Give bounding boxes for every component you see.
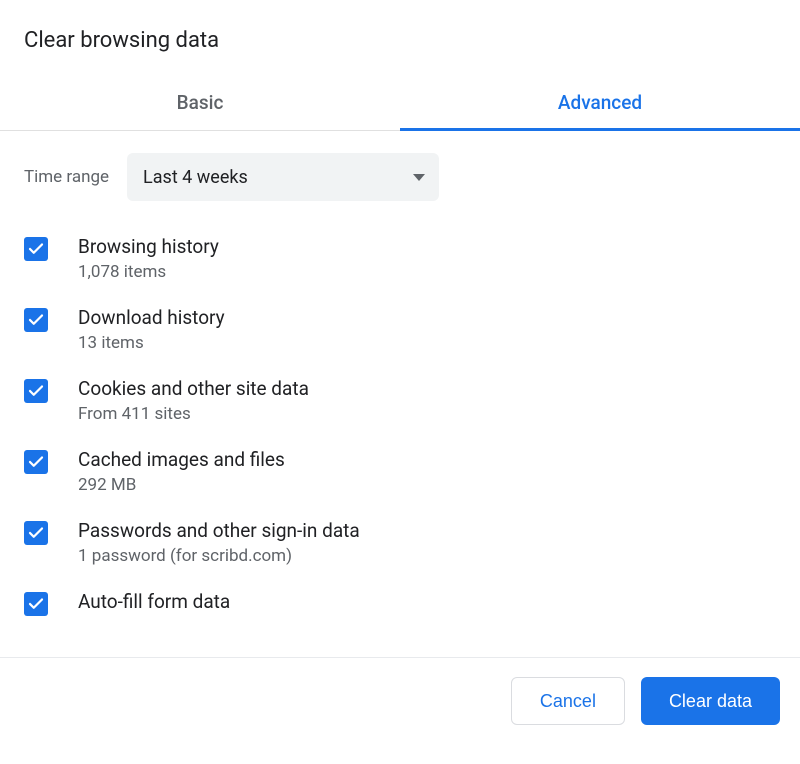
check-icon	[27, 524, 45, 542]
tab-advanced-label: Advanced	[558, 91, 642, 114]
clear-browsing-data-dialog: Clear browsing data Basic Advanced Time …	[0, 0, 800, 764]
checkbox-download-history[interactable]	[24, 308, 48, 332]
clear-data-button[interactable]: Clear data	[641, 677, 780, 725]
list-item-title: Cached images and files	[78, 448, 285, 471]
tab-advanced[interactable]: Advanced	[400, 77, 800, 130]
check-icon	[27, 311, 45, 329]
checkbox-cookies[interactable]	[24, 379, 48, 403]
checkbox-browsing-history[interactable]	[24, 237, 48, 261]
clear-data-button-label: Clear data	[669, 691, 752, 712]
tab-basic-label: Basic	[177, 91, 224, 114]
list-item-cookies: Cookies and other site data From 411 sit…	[24, 377, 776, 424]
cancel-button-label: Cancel	[540, 691, 596, 712]
check-icon	[27, 382, 45, 400]
checkbox-autofill[interactable]	[24, 592, 48, 616]
check-icon	[27, 453, 45, 471]
list-item-text: Passwords and other sign-in data 1 passw…	[78, 519, 360, 566]
checkbox-cache[interactable]	[24, 450, 48, 474]
list-item-text: Browsing history 1,078 items	[78, 235, 219, 282]
list-item-text: Download history 13 items	[78, 306, 225, 353]
list-item-text: Auto-fill form data	[78, 590, 230, 613]
tabs: Basic Advanced	[0, 77, 800, 131]
list-item-download-history: Download history 13 items	[24, 306, 776, 353]
list-item-subtitle: From 411 sites	[78, 404, 309, 424]
data-type-list: Browsing history 1,078 items Download hi…	[24, 235, 776, 616]
list-item-subtitle: 13 items	[78, 333, 225, 353]
list-item-title: Cookies and other site data	[78, 377, 309, 400]
cancel-button[interactable]: Cancel	[511, 677, 625, 725]
list-item-title: Passwords and other sign-in data	[78, 519, 360, 542]
list-item-title: Download history	[78, 306, 225, 329]
tab-basic[interactable]: Basic	[0, 77, 400, 130]
list-item-autofill: Auto-fill form data	[24, 590, 776, 616]
list-item-passwords: Passwords and other sign-in data 1 passw…	[24, 519, 776, 566]
check-icon	[27, 240, 45, 258]
list-item-subtitle: 1,078 items	[78, 262, 219, 282]
list-item-text: Cached images and files 292 MB	[78, 448, 285, 495]
time-range-row: Time range Last 4 weeks	[24, 153, 776, 201]
time-range-selected: Last 4 weeks	[143, 167, 248, 188]
time-range-select[interactable]: Last 4 weeks	[127, 153, 439, 201]
check-icon	[27, 595, 45, 613]
list-item-browsing-history: Browsing history 1,078 items	[24, 235, 776, 282]
list-item-cache: Cached images and files 292 MB	[24, 448, 776, 495]
time-range-label: Time range	[24, 167, 109, 187]
list-item-title: Auto-fill form data	[78, 590, 230, 613]
dialog-footer: Cancel Clear data	[0, 658, 800, 764]
list-item-text: Cookies and other site data From 411 sit…	[78, 377, 309, 424]
chevron-down-icon	[413, 174, 425, 181]
checkbox-passwords[interactable]	[24, 521, 48, 545]
dialog-header: Clear browsing data	[0, 0, 800, 77]
dialog-title: Clear browsing data	[24, 28, 776, 53]
list-item-subtitle: 292 MB	[78, 475, 285, 495]
list-item-title: Browsing history	[78, 235, 219, 258]
list-item-subtitle: 1 password (for scribd.com)	[78, 546, 360, 566]
